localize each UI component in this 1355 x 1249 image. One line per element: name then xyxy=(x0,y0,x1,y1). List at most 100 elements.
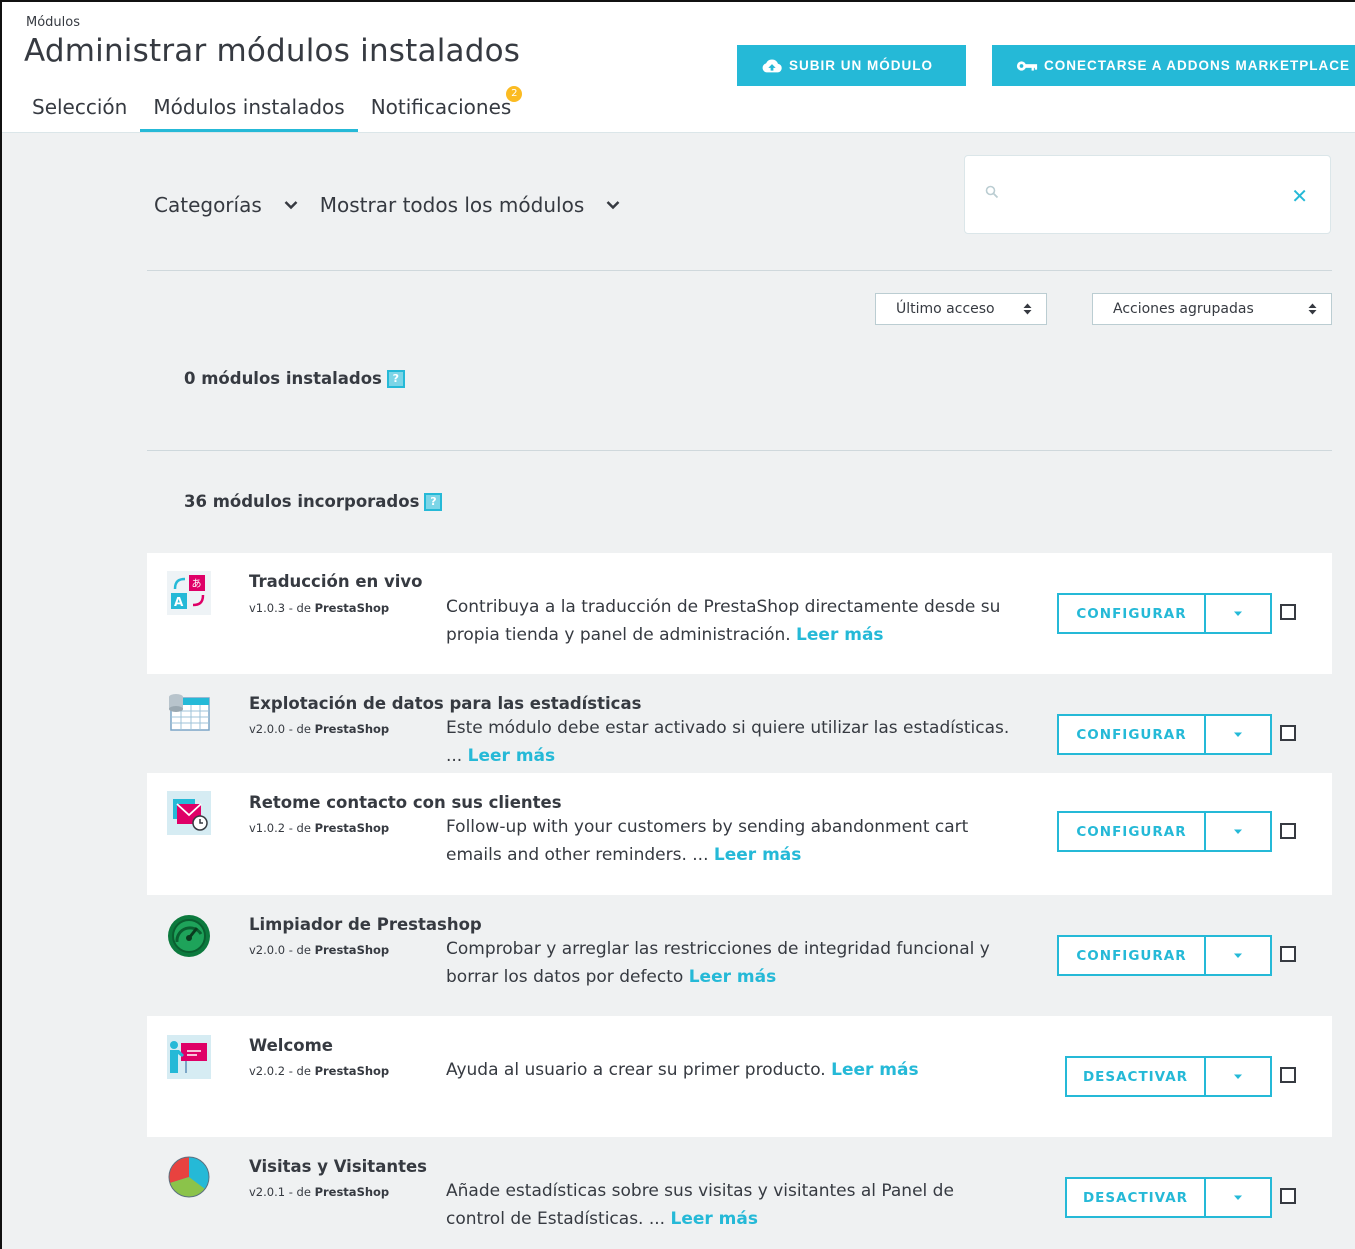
module-name[interactable]: Explotación de datos para las estadístic… xyxy=(249,694,641,713)
chevron-down-icon xyxy=(606,201,620,210)
module-author: PrestaShop xyxy=(314,1185,390,1199)
installed-count-label: 0 módulos instalados xyxy=(184,369,382,388)
sort-arrows-icon xyxy=(1308,303,1317,315)
divider xyxy=(147,450,1332,451)
action-dropdown-toggle[interactable] xyxy=(1206,1179,1270,1216)
module-select-checkbox[interactable] xyxy=(1280,946,1296,962)
tab-selection[interactable]: Selección xyxy=(19,90,140,132)
module-select-checkbox[interactable] xyxy=(1280,823,1296,839)
tab-bar: Selección Módulos instalados Notificacio… xyxy=(2,86,525,132)
show-modules-label: Mostrar todos los módulos xyxy=(319,193,585,217)
tab-installed-modules[interactable]: Módulos instalados xyxy=(140,90,358,132)
module-description: Añade estadísticas sobre sus visitas y v… xyxy=(446,1177,1016,1233)
module-version: v2.0.2 - de PrestaShop xyxy=(249,1064,389,1078)
module-row: あ A Traducción en vivo v1.0.3 - de Prest… xyxy=(147,553,1332,674)
disable-button[interactable]: DESACTIVAR xyxy=(1067,1179,1206,1216)
module-name[interactable]: Welcome xyxy=(249,1036,333,1055)
filter-bar: Categorías Mostrar todos los módulos xyxy=(154,193,642,217)
connect-addons-label: CONECTARSE A ADDONS MARKETPLACE xyxy=(1044,58,1351,73)
module-action-group: CONFIGURAR xyxy=(1057,714,1272,755)
caret-down-icon xyxy=(1234,829,1242,834)
module-search-input[interactable]: ✕ xyxy=(964,155,1331,234)
configure-button[interactable]: CONFIGURAR xyxy=(1059,937,1206,974)
module-select-checkbox[interactable] xyxy=(1280,1188,1296,1204)
categories-dropdown[interactable]: Categorías xyxy=(154,193,298,217)
configure-button[interactable]: CONFIGURAR xyxy=(1059,813,1206,850)
bulk-actions-value: Acciones agrupadas xyxy=(1113,301,1254,317)
tab-notifications[interactable]: Notificaciones 2 xyxy=(358,86,525,132)
action-dropdown-toggle[interactable] xyxy=(1206,813,1270,850)
module-version: v2.0.0 - de PrestaShop xyxy=(249,722,389,736)
pie-chart-icon xyxy=(168,1156,210,1198)
help-icon[interactable]: ? xyxy=(424,492,443,511)
action-dropdown-toggle[interactable] xyxy=(1206,595,1270,632)
svg-text:A: A xyxy=(174,595,184,609)
action-dropdown-toggle[interactable] xyxy=(1206,1058,1270,1095)
clear-search-icon[interactable]: ✕ xyxy=(1291,184,1308,208)
presentation-icon xyxy=(167,1035,211,1079)
module-version-text: v2.0.0 - de xyxy=(249,722,315,736)
module-description-text: Follow-up with your customers by sending… xyxy=(446,817,969,865)
module-name[interactable]: Visitas y Visitantes xyxy=(249,1157,427,1176)
module-name[interactable]: Traducción en vivo xyxy=(249,572,423,591)
upload-module-label: SUBIR UN MÓDULO xyxy=(789,58,933,73)
module-description: Comprobar y arreglar las restricciones d… xyxy=(446,935,1016,991)
module-list: あ A Traducción en vivo v1.0.3 - de Prest… xyxy=(147,553,1332,1249)
configure-button[interactable]: CONFIGURAR xyxy=(1059,716,1206,753)
read-more-link[interactable]: Leer más xyxy=(670,1209,758,1229)
module-row: Visitas y Visitantes v2.0.1 - de PrestaS… xyxy=(147,1137,1332,1249)
module-select-checkbox[interactable] xyxy=(1280,725,1296,741)
caret-down-icon xyxy=(1234,1074,1242,1079)
module-row: Limpiador de Prestashop v2.0.0 - de Pres… xyxy=(147,895,1332,1016)
connect-addons-button[interactable]: CONECTARSE A ADDONS MARKETPLACE xyxy=(992,45,1355,86)
module-version: v2.0.0 - de PrestaShop xyxy=(249,943,389,957)
action-dropdown-toggle[interactable] xyxy=(1206,716,1270,753)
main-content: Categorías Mostrar todos los módulos ✕ Ú… xyxy=(2,132,1355,1249)
module-row: Retome contacto con sus clientes v1.0.2 … xyxy=(147,773,1332,895)
disable-button[interactable]: DESACTIVAR xyxy=(1067,1058,1206,1095)
module-row: Explotación de datos para las estadístic… xyxy=(147,674,1332,773)
module-version-text: v2.0.0 - de xyxy=(249,943,315,957)
module-author: PrestaShop xyxy=(314,722,390,736)
gauge-icon xyxy=(168,915,210,957)
read-more-link[interactable]: Leer más xyxy=(831,1060,919,1080)
upload-module-button[interactable]: SUBIR UN MÓDULO xyxy=(737,45,966,86)
search-icon xyxy=(985,185,999,199)
sort-select[interactable]: Último acceso xyxy=(875,293,1047,325)
module-author: PrestaShop xyxy=(314,943,390,957)
builtin-count-label: 36 módulos incorporados xyxy=(184,492,420,511)
read-more-link[interactable]: Leer más xyxy=(714,845,802,865)
module-select-checkbox[interactable] xyxy=(1280,604,1296,620)
module-description: Contribuya a la traducción de PrestaShop… xyxy=(446,593,1016,649)
module-version: v2.0.1 - de PrestaShop xyxy=(249,1185,389,1199)
module-description: Este módulo debe estar activado si quier… xyxy=(446,714,1016,770)
module-description-text: Contribuya a la traducción de PrestaShop… xyxy=(446,597,1001,645)
email-clock-icon xyxy=(167,791,211,835)
read-more-link[interactable]: Leer más xyxy=(796,625,884,645)
module-name[interactable]: Limpiador de Prestashop xyxy=(249,915,482,934)
module-name[interactable]: Retome contacto con sus clientes xyxy=(249,793,562,812)
module-version-text: v1.0.2 - de xyxy=(249,821,315,835)
module-description-text: Ayuda al usuario a crear su primer produ… xyxy=(446,1060,826,1080)
breadcrumb[interactable]: Módulos xyxy=(26,15,80,30)
module-author: PrestaShop xyxy=(314,821,390,835)
module-version: v1.0.3 - de PrestaShop xyxy=(249,601,389,615)
module-row: Welcome v2.0.2 - de PrestaShop Ayuda al … xyxy=(147,1016,1332,1137)
action-dropdown-toggle[interactable] xyxy=(1206,937,1270,974)
bulk-actions-select[interactable]: Acciones agrupadas xyxy=(1092,293,1332,325)
caret-down-icon xyxy=(1234,611,1242,616)
help-icon[interactable]: ? xyxy=(386,369,405,388)
module-select-checkbox[interactable] xyxy=(1280,1067,1296,1083)
notification-count-badge: 2 xyxy=(506,86,523,102)
module-action-group: DESACTIVAR xyxy=(1065,1056,1272,1097)
configure-button[interactable]: CONFIGURAR xyxy=(1059,595,1206,632)
read-more-link[interactable]: Leer más xyxy=(689,967,777,987)
sort-select-value: Último acceso xyxy=(896,301,995,317)
module-description: Follow-up with your customers by sending… xyxy=(446,813,1016,869)
builtin-count-heading: 36 módulos incorporados ? xyxy=(184,492,443,511)
categories-label: Categorías xyxy=(154,193,262,217)
page-frame: Módulos Administrar módulos instalados S… xyxy=(0,0,1355,1249)
module-version-text: v1.0.3 - de xyxy=(249,601,315,615)
show-modules-dropdown[interactable]: Mostrar todos los módulos xyxy=(320,193,620,217)
read-more-link[interactable]: Leer más xyxy=(468,746,556,766)
